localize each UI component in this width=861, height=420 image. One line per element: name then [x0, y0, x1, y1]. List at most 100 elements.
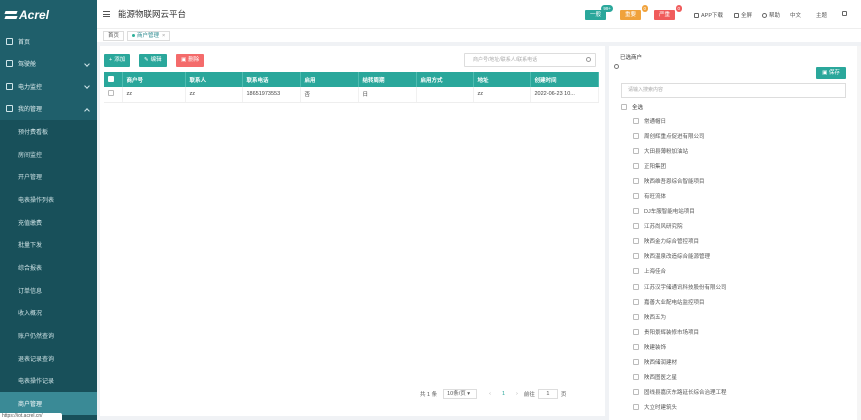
tree-item-checkbox[interactable] — [633, 223, 639, 230]
tree-item-label: 陕西图医之星 — [644, 375, 678, 382]
page-size-select[interactable]: 10条/页 ▾ — [443, 389, 478, 399]
sidebar-item-2[interactable]: 电力监控 — [0, 75, 97, 98]
tree-item-checkbox[interactable] — [633, 208, 639, 215]
tree-item[interactable]: 江苏汉宇储通讯科技股份有限公司 — [633, 279, 727, 294]
tree-item-checkbox[interactable] — [633, 162, 639, 169]
sidebar-item-3[interactable]: 我的管理 — [0, 98, 97, 121]
tree-item-checkbox[interactable] — [633, 328, 639, 335]
tree-item-checkbox[interactable] — [633, 253, 639, 260]
current-page-number[interactable]: 1 — [502, 391, 505, 397]
alarm-normal-button[interactable]: 一般 99+ — [585, 5, 614, 20]
submenu-item-4[interactable]: 充值缴费 — [0, 211, 97, 234]
tree-item[interactable]: 常通帽日 — [633, 113, 727, 128]
alarm-important-count: 0 — [641, 5, 649, 12]
table-row[interactable]: zz zz 18651973553 否日 zz 2022-06-23 10... — [104, 87, 599, 103]
tree-item-checkbox[interactable] — [633, 193, 639, 200]
submenu-item-0[interactable]: 预付费看板 — [0, 120, 97, 143]
edit-button[interactable]: ✎ 编辑 — [139, 54, 167, 67]
save-button[interactable]: ▣ 保存 — [816, 67, 846, 79]
submenu-item-9[interactable]: 账户仍然查询 — [0, 324, 97, 347]
fullscreen-link[interactable]: 全屏 — [734, 11, 752, 19]
alarm-severe-button[interactable]: 严重 0 — [654, 5, 683, 20]
select-all-checkbox[interactable] — [108, 75, 114, 82]
search-icon[interactable] — [586, 57, 591, 62]
tree-item[interactable]: 有旺流体 — [633, 188, 727, 203]
submenu-item-8[interactable]: 收入概况 — [0, 302, 97, 325]
tree-item-checkbox[interactable] — [633, 313, 639, 320]
tree-item[interactable]: 大田县薄粉加油站 — [633, 143, 727, 158]
app-download-link[interactable]: APP下载 — [694, 11, 723, 19]
tree-item[interactable]: 陕建装饰 — [633, 339, 727, 354]
tree-item[interactable]: 贵阳景辉装修市场项目 — [633, 324, 727, 339]
tree-item[interactable]: 周创辉重点促进有限公司 — [633, 128, 727, 143]
goto-page-input[interactable]: 1 — [537, 389, 558, 399]
keyword-placeholder: 请输入搜索内容 — [628, 87, 664, 93]
select-all-cell[interactable] — [104, 72, 123, 87]
tree-item-checkbox[interactable] — [633, 147, 639, 154]
tree-item-checkbox[interactable] — [633, 117, 639, 124]
tree-item[interactable]: 陕西温泉改造综合能源管理 — [633, 249, 727, 264]
tree-item-checkbox[interactable] — [633, 283, 639, 290]
tree-item[interactable]: 陕西维吾恩综合智能项目 — [633, 173, 727, 188]
tree-item[interactable]: 陕西图医之星 — [633, 370, 727, 385]
page-unit-label: 页 — [560, 392, 567, 398]
close-tab-icon[interactable]: × — [162, 32, 165, 40]
next-page-icon[interactable]: › — [516, 391, 518, 397]
submenu-item-2[interactable]: 开户管理 — [0, 165, 97, 188]
tab-merchant-management[interactable]: 商户管理 × — [127, 30, 171, 41]
tree-item-checkbox[interactable] — [633, 374, 639, 381]
help-icon — [762, 12, 767, 18]
row-checkbox[interactable] — [108, 90, 114, 97]
tree-item[interactable]: 江苏尚风研究院 — [633, 219, 727, 234]
sidebar-item-0[interactable]: 首页 — [0, 30, 97, 53]
tree-item-checkbox[interactable] — [633, 359, 639, 366]
tree-select-all[interactable]: 全选 — [621, 103, 643, 111]
tree-item-checkbox[interactable] — [633, 389, 639, 396]
submenu-item-5[interactable]: 批量下发 — [0, 233, 97, 256]
tree-item[interactable]: 陕西储润建材 — [633, 355, 727, 370]
right-panel-scrollbar[interactable] — [857, 46, 861, 420]
tree-item[interactable]: 大立时建筑头 — [633, 400, 727, 415]
submenu-item-6[interactable]: 综合报表 — [0, 256, 97, 279]
tab-home[interactable]: 首页 — [103, 30, 125, 41]
pagination: 共 1 条 10条/页 ▾ ‹ 1 › 前往 1 页 — [420, 388, 566, 400]
tree-item-checkbox[interactable] — [633, 343, 639, 350]
keyword-input[interactable]: 请输入搜索内容 — [621, 83, 846, 98]
tree-item-label: 嘉善大业配电站监控项目 — [644, 299, 705, 306]
plus-icon: + — [109, 57, 113, 63]
submenu-item-7[interactable]: 订单信息 — [0, 279, 97, 302]
tree-item[interactable]: DJ车服智能电站项目 — [633, 204, 727, 219]
sidebar-item-1[interactable]: 驾驶舱 — [0, 53, 97, 76]
language-switch[interactable]: 中文 — [790, 11, 801, 19]
tree-item-checkbox[interactable] — [633, 132, 639, 139]
theme-label: 主题 — [816, 13, 828, 19]
menu-toggle-icon[interactable] — [103, 11, 110, 17]
tree-select-all-checkbox[interactable] — [621, 104, 627, 110]
prev-page-icon[interactable]: ‹ — [489, 391, 491, 397]
submenu-item-12[interactable]: 商户管理 — [0, 392, 97, 415]
submenu-item-1[interactable]: 房间监控 — [0, 143, 97, 166]
delete-button[interactable]: ▣ 删除 — [176, 54, 205, 67]
tree-item[interactable]: 陕西五为 — [633, 309, 727, 324]
add-button[interactable]: + 添加 — [104, 54, 131, 67]
tree-item-checkbox[interactable] — [633, 404, 639, 411]
theme-switch[interactable]: 主题 — [816, 11, 827, 19]
tree-item[interactable]: 嘉善大业配电站监控项目 — [633, 294, 727, 309]
tree-item[interactable]: 固线县嘉庆东路延长综合治理工程 — [633, 385, 727, 400]
tree-item[interactable]: 上海佳合 — [633, 264, 727, 279]
alarm-important-button[interactable]: 重要 0 — [620, 5, 649, 20]
tree-item-checkbox[interactable] — [633, 177, 639, 184]
help-link[interactable]: 帮助 — [762, 11, 780, 19]
tree-item-checkbox[interactable] — [633, 238, 639, 245]
search-input[interactable]: 商户号/地址/联系人/联系电话 — [464, 53, 596, 67]
tree-item-checkbox[interactable] — [633, 268, 639, 275]
tree-item[interactable]: 正阳集团 — [633, 158, 727, 173]
tree-item-label: 陕建装饰 — [644, 344, 667, 351]
row-select-cell[interactable] — [104, 87, 123, 103]
tree-item[interactable]: 陕西金力综合管控项目 — [633, 234, 727, 249]
user-menu-button[interactable] — [842, 11, 849, 16]
submenu-item-3[interactable]: 电表操作列表 — [0, 188, 97, 211]
submenu-item-11[interactable]: 电表操作记录 — [0, 370, 97, 393]
tree-item-checkbox[interactable] — [633, 298, 639, 305]
submenu-item-10[interactable]: 退表记录查询 — [0, 347, 97, 370]
